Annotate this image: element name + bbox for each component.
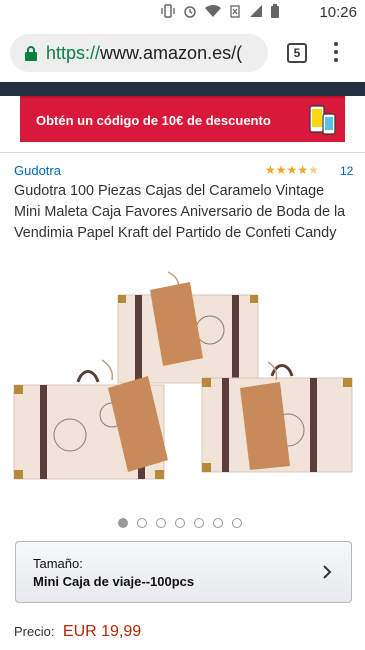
price-value: EUR 19,99	[62, 623, 142, 640]
overflow-menu-icon[interactable]	[333, 42, 339, 64]
product-title: Gudotra 100 Piezas Cajas del Caramelo Vi…	[14, 183, 346, 241]
promo-banner[interactable]: Obtén un código de 10€ de descuento	[20, 96, 345, 142]
carousel-dot[interactable]	[137, 518, 147, 528]
size-label: Tamaño:	[33, 556, 83, 571]
carousel-dots	[118, 518, 242, 528]
site-header	[0, 82, 365, 96]
url-host: www.amazon.es/(	[100, 43, 243, 63]
phone-icon	[309, 105, 336, 135]
signal-icon	[250, 5, 262, 17]
star-icon: ★	[297, 163, 309, 177]
review-count-link[interactable]: 12	[340, 164, 353, 178]
battery-icon	[271, 4, 279, 18]
browser-toolbar: https://www.amazon.es/( 5	[0, 26, 365, 82]
status-icons	[161, 4, 279, 18]
divider	[0, 152, 365, 153]
vibrate-icon	[161, 4, 175, 18]
carousel-dot[interactable]	[156, 518, 166, 528]
star-rating[interactable]: ★ ★ ★ ★ ★	[265, 163, 319, 177]
star-icon: ★	[286, 163, 298, 177]
price-row: Precio: EUR 19,99	[14, 623, 141, 641]
lock-icon	[25, 46, 37, 61]
status-bar: 10:26	[0, 0, 365, 26]
alarm-icon	[184, 6, 196, 18]
product-image[interactable]	[10, 270, 355, 506]
brand-link[interactable]: Gudotra	[14, 163, 61, 178]
size-value: Mini Caja de viaje--100pcs	[33, 574, 195, 589]
size-selector-button[interactable]: Tamaño: Mini Caja de viaje--100pcs	[15, 541, 352, 603]
star-icon: ★	[265, 163, 276, 177]
no-signal-icon	[230, 5, 240, 18]
chevron-right-icon	[323, 565, 332, 579]
status-time: 10:26	[319, 4, 357, 21]
wifi-icon	[205, 4, 221, 18]
carousel-dot[interactable]	[194, 518, 204, 528]
star-icon: ★	[275, 163, 287, 177]
price-label: Precio:	[14, 624, 55, 639]
url-scheme: https://	[46, 43, 101, 63]
carousel-dot[interactable]	[213, 518, 223, 528]
address-bar[interactable]: https://www.amazon.es/(	[10, 34, 268, 72]
carousel-dot[interactable]	[175, 518, 185, 528]
carousel-dot[interactable]	[232, 518, 242, 528]
promo-text: Obtén un código de 10€ de descuento	[36, 113, 271, 128]
half-star-icon: ★	[308, 163, 319, 177]
carousel-dot[interactable]	[118, 518, 128, 528]
tab-switcher-button[interactable]: 5	[287, 43, 307, 63]
url-text: https://www.amazon.es/(	[46, 43, 242, 64]
